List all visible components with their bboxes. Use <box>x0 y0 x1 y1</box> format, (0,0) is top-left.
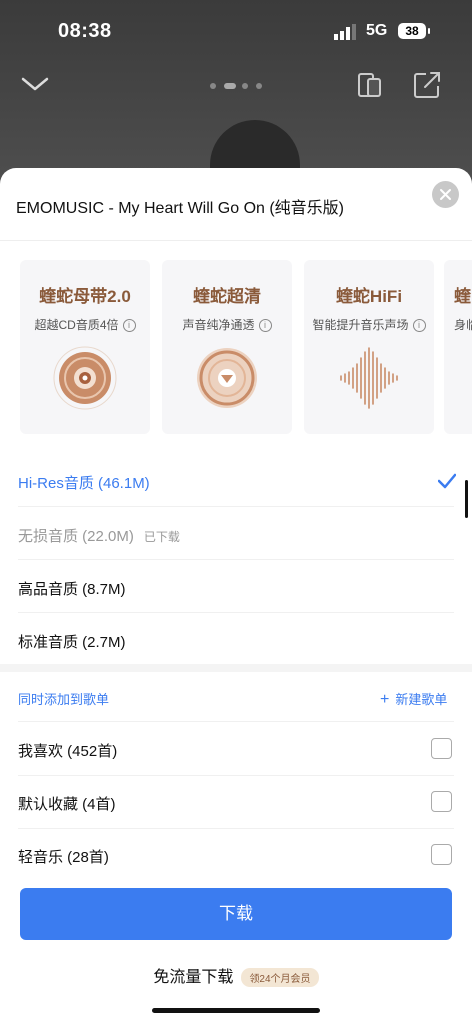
free-download[interactable]: 免流量下载 领24个月会员 <box>0 963 472 988</box>
page-dot <box>242 83 248 89</box>
card-title: 蝰蛇超清 <box>193 287 261 306</box>
scroll-indicator <box>465 480 468 518</box>
quality-high[interactable]: 高品音质 (8.7M) <box>0 561 472 613</box>
battery-icon: 38 <box>398 23 426 39</box>
quality-label: 高品音质 (8.7M) <box>18 581 126 598</box>
quality-label: 无损音质 (22.0M) 已下载 <box>18 528 180 545</box>
page-dot <box>256 83 262 89</box>
card-title: 蝰蛇HiFi <box>335 287 403 306</box>
card-title: 蝰 <box>454 287 471 306</box>
card-super-clear[interactable]: 蝰蛇超清 声音纯净通透 i <box>162 260 292 434</box>
status-bar: 08:38 5G 38 <box>0 0 472 60</box>
check-icon <box>438 473 456 489</box>
sound-effect-cards: 蝰蛇母带2.0 超越CD音质4倍 i 蝰蛇超清 声音纯净通透 i 蝰蛇HiFi … <box>0 260 472 436</box>
quality-label: 标准音质 (2.7M) <box>18 634 126 651</box>
disc-icon <box>53 346 117 410</box>
checkbox[interactable] <box>431 738 452 759</box>
vinyl-icon <box>197 348 257 408</box>
quality-lossless[interactable]: 无损音质 (22.0M) 已下载 <box>0 508 472 560</box>
divider <box>18 506 454 507</box>
divider <box>18 721 454 722</box>
checkbox[interactable] <box>431 791 452 812</box>
playlist-label: 我喜欢 (452首) <box>18 743 118 760</box>
share-icon[interactable] <box>412 70 442 100</box>
card-master-tape[interactable]: 蝰蛇母带2.0 超越CD音质4倍 i <box>20 260 150 434</box>
vip-badge: 领24个月会员 <box>241 968 319 988</box>
free-download-label: 免流量下载 <box>153 969 234 986</box>
info-icon[interactable]: i <box>122 319 136 333</box>
card-partial[interactable]: 蝰 身临 <box>444 260 472 434</box>
new-playlist-button[interactable]: + 新建歌单 <box>380 689 447 709</box>
quality-label: Hi-Res音质 (46.1M) <box>18 475 150 492</box>
info-icon[interactable]: i <box>258 319 272 333</box>
download-button[interactable]: 下载 <box>20 888 452 940</box>
home-indicator[interactable] <box>152 1008 320 1013</box>
chevron-down-icon[interactable] <box>20 74 50 94</box>
playlist-header: 同时添加到歌单 + 新建歌单 <box>0 672 472 722</box>
card-subtitle: 声音纯净通透 i <box>162 316 292 333</box>
info-icon[interactable]: i <box>412 319 426 333</box>
playlist-item[interactable]: 默认收藏 (4首) <box>0 776 472 829</box>
page-dots <box>210 82 270 90</box>
page-dot-active <box>224 83 236 89</box>
downloaded-tag: 已下载 <box>143 530 180 544</box>
card-hifi[interactable]: 蝰蛇HiFi 智能提升音乐声场 i <box>304 260 434 434</box>
page-dot <box>210 83 216 89</box>
close-icon <box>440 189 451 200</box>
device-switch-icon[interactable] <box>356 70 384 100</box>
waveform-icon <box>340 347 398 409</box>
playlist-item[interactable]: 我喜欢 (452首) <box>0 723 472 776</box>
checkbox[interactable] <box>431 844 452 865</box>
song-title: EMOMUSIC - My Heart Will Go On (纯音乐版) <box>16 200 345 217</box>
signal-icon <box>334 24 356 40</box>
add-to-playlist-label: 同时添加到歌单 <box>18 692 110 707</box>
plus-icon: + <box>380 691 390 708</box>
battery-tip <box>428 28 430 34</box>
card-subtitle: 身临 <box>454 318 472 332</box>
section-gap <box>0 664 472 672</box>
network-label: 5G <box>366 22 388 39</box>
quality-standard[interactable]: 标准音质 (2.7M) <box>0 614 472 666</box>
player-top-nav <box>0 66 472 110</box>
quality-hires[interactable]: Hi-Res音质 (46.1M) <box>0 455 472 507</box>
playlist-item[interactable]: 轻音乐 (28首) <box>0 829 472 882</box>
card-subtitle: 超越CD音质4倍 i <box>20 316 150 333</box>
card-subtitle: 智能提升音乐声场 i <box>304 316 434 333</box>
download-sheet: EMOMUSIC - My Heart Will Go On (纯音乐版) 蝰蛇… <box>0 168 472 1024</box>
close-button[interactable] <box>432 181 459 208</box>
playlist-label: 轻音乐 (28首) <box>18 849 109 866</box>
status-time: 08:38 <box>58 20 112 42</box>
card-title: 蝰蛇母带2.0 <box>39 287 131 306</box>
divider <box>18 559 454 560</box>
playlist-label: 默认收藏 (4首) <box>18 796 116 813</box>
sheet-header: EMOMUSIC - My Heart Will Go On (纯音乐版) <box>0 168 472 241</box>
divider <box>18 612 454 613</box>
